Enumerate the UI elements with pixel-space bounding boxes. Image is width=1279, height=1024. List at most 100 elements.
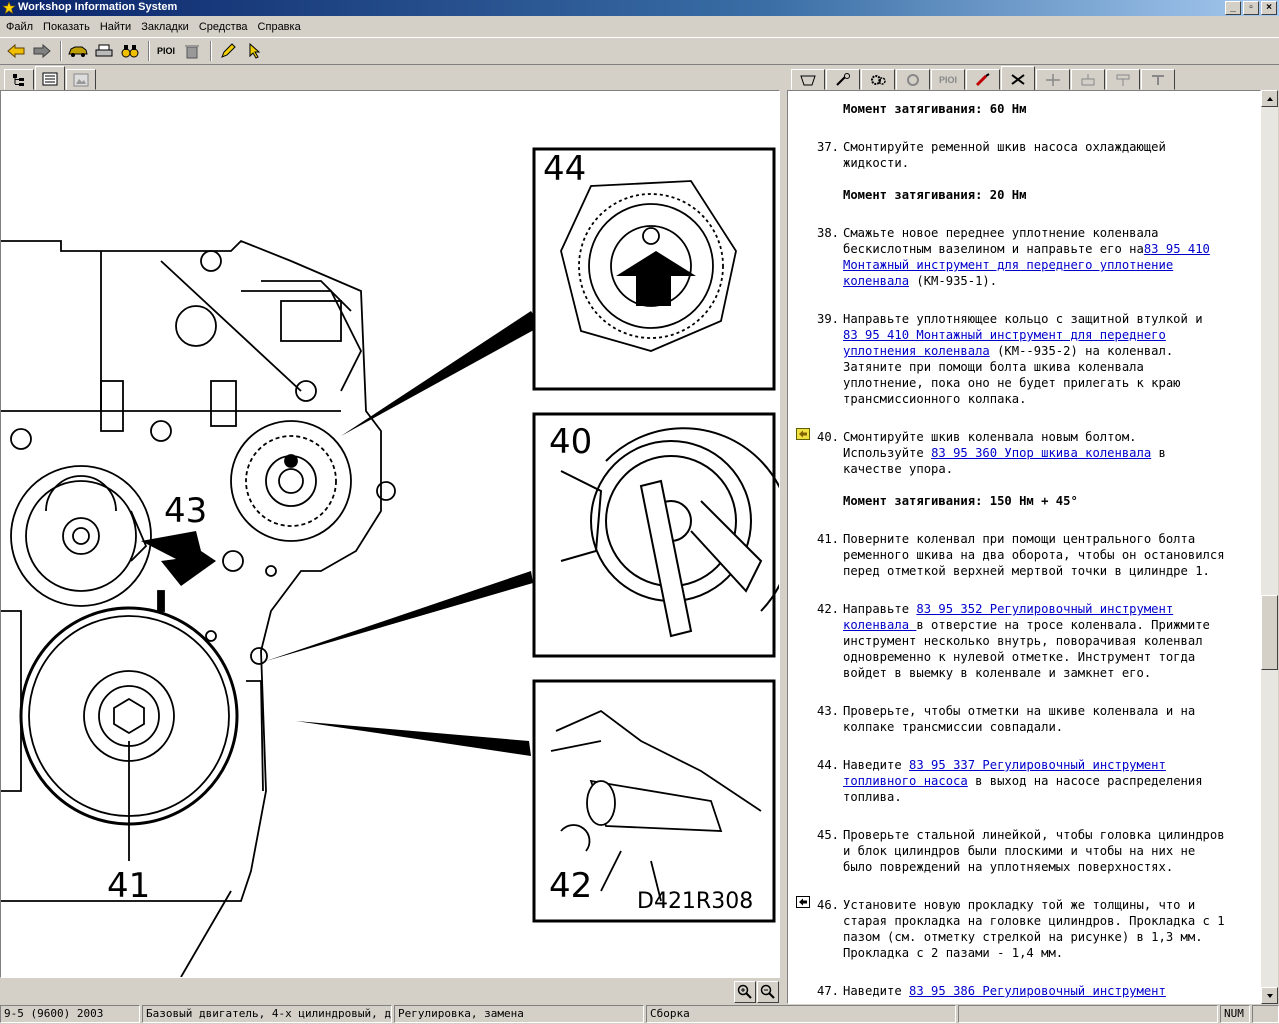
restore-button[interactable]: ▫	[1243, 1, 1259, 15]
torque-spec: Момент затягивания: 20 Нм	[843, 188, 1027, 202]
zoom-out-icon	[760, 984, 775, 999]
zoom-out-button[interactable]	[757, 981, 779, 1003]
menu-tools[interactable]: Средства	[195, 21, 254, 33]
scroll-thumb[interactable]	[1261, 595, 1278, 670]
tool-link-83-95-360[interactable]: 83 95 360 Упор шкива коленвала	[931, 446, 1151, 460]
torque-spec: Момент затягивания: 60 Нм	[843, 102, 1027, 116]
window-title: Workshop Information System	[18, 1, 178, 13]
tab-tools[interactable]	[1001, 66, 1035, 90]
step-text: Смажьте новое переднее уплотнение коленв…	[843, 225, 1243, 289]
vehicle-button[interactable]	[66, 40, 90, 62]
status-bar: 9-5 (9600) 2003 Базовый двигатель, 4-х ц…	[0, 1005, 1279, 1024]
menu-file[interactable]: Файл	[2, 21, 39, 33]
pio-label: PIOI	[156, 46, 175, 56]
instructions-pane: Момент затягивания: 60 Нм 37. Смонтируйт…	[787, 90, 1261, 1004]
zoom-bar	[0, 978, 780, 1004]
forward-button[interactable]	[30, 40, 54, 62]
lift-icon	[1081, 73, 1095, 85]
status-vehicle: 9-5 (9600) 2003	[0, 1005, 140, 1023]
pencil-icon	[221, 43, 236, 58]
scroll-up-button[interactable]	[1261, 90, 1278, 107]
tab-spec[interactable]	[1106, 69, 1140, 90]
back-button[interactable]	[4, 40, 28, 62]
status-extra	[1252, 1005, 1279, 1023]
spec-icon	[1116, 74, 1130, 86]
step-text: Смонтируйте шкив коленвала новым болтом.…	[843, 429, 1243, 477]
annotate-button[interactable]	[216, 40, 240, 62]
step-number: 45.	[817, 828, 840, 842]
menu-view[interactable]: Показать	[39, 21, 96, 33]
find-button[interactable]	[118, 40, 142, 62]
select-button[interactable]	[242, 40, 266, 62]
step-text-pre: Наведите	[843, 984, 910, 998]
figure-code: D421R308	[637, 889, 754, 914]
step-number: 47.	[817, 984, 840, 998]
engine-mount-icon	[800, 75, 816, 85]
step-number: 40.	[817, 430, 840, 444]
tree-icon	[13, 73, 24, 86]
toolbar-separator	[148, 41, 150, 61]
menu-find[interactable]: Найти	[96, 21, 137, 33]
print-button[interactable]	[92, 40, 116, 62]
right-tab-row: PIOI	[787, 66, 1279, 90]
forward-arrow-icon	[33, 43, 51, 59]
parts-icon	[907, 73, 919, 86]
tab-document[interactable]	[35, 66, 65, 90]
tab-pio[interactable]: PIOI	[931, 69, 965, 90]
tab-image[interactable]	[66, 69, 96, 90]
step-number: 39.	[817, 312, 840, 326]
step-text: Поверните коленвал при помощи центрально…	[843, 532, 1225, 578]
status-subsection: Сборка	[646, 1005, 956, 1023]
toolbar-separator	[60, 41, 62, 61]
trash-icon	[185, 45, 199, 59]
callout-44: 44	[543, 149, 587, 189]
crosshair-icon	[1046, 73, 1060, 86]
window-controls: _ ▫ ×	[1223, 1, 1277, 15]
step-number: 44.	[817, 758, 840, 772]
step-number: 37.	[817, 140, 840, 154]
tab-diagnostics[interactable]	[966, 69, 1000, 90]
callout-41: 41	[107, 866, 151, 906]
scroll-down-button[interactable]	[1261, 987, 1278, 1004]
tab-lift[interactable]	[1071, 69, 1105, 90]
tab-hoist[interactable]	[1141, 69, 1175, 90]
tab-tree[interactable]	[4, 69, 34, 90]
tab-gears[interactable]	[861, 69, 895, 90]
document-icon	[42, 72, 58, 85]
zoom-in-button[interactable]	[734, 981, 756, 1003]
step-text: Проверьте, чтобы отметки на шкиве коленв…	[843, 704, 1196, 734]
illustration-pane[interactable]: 44 40 42 43 41 D421R308	[0, 90, 780, 978]
step-text: Проверьте стальной линейкой, чтобы голов…	[843, 828, 1225, 874]
text-scrollbar[interactable]	[1261, 90, 1278, 1004]
close-button[interactable]: ×	[1261, 1, 1277, 15]
back-arrow-icon	[7, 43, 25, 59]
step-text-post: (КМ-935-1).	[909, 274, 998, 288]
menu-bookmarks[interactable]: Закладки	[137, 21, 195, 33]
step-number: 46.	[817, 898, 840, 912]
tab-wrench[interactable]	[826, 69, 860, 90]
callout-40: 40	[549, 422, 593, 462]
probe-icon	[975, 72, 990, 86]
app-star-icon	[2, 1, 16, 15]
tool-link-83-95-386[interactable]: 83 95 386 Регулировочный инструмент	[909, 984, 1166, 998]
menu-help[interactable]: Справка	[254, 21, 307, 33]
step-text: Смонтируйте ременной шкив насоса охлажда…	[843, 140, 1166, 170]
pane-splitter[interactable]	[780, 90, 787, 1004]
status-empty	[958, 1005, 1218, 1023]
status-section: Базовый двигатель, 4-х цилиндровый, ди	[142, 1005, 392, 1023]
tab-adjust[interactable]	[1036, 69, 1070, 90]
tool-note-icon[interactable]	[796, 428, 810, 440]
delete-button[interactable]	[180, 40, 204, 62]
image-icon	[73, 73, 89, 86]
tab-parts[interactable]	[896, 69, 930, 90]
pio-button[interactable]: PIOI	[154, 40, 178, 62]
menu-bar: Файл Показать Найти Закладки Средства Сп…	[0, 17, 1279, 36]
step-text: Наведите 83 95 337 Регулировочный инстру…	[843, 757, 1243, 805]
down-arrow-icon	[1266, 993, 1273, 998]
step-text-pre: Наведите	[843, 758, 910, 772]
hoist-icon	[1152, 74, 1164, 85]
tab-vehicle[interactable]	[791, 69, 825, 90]
step-number: 43.	[817, 704, 840, 718]
note-back-icon[interactable]	[796, 896, 810, 908]
minimize-button[interactable]: _	[1225, 1, 1241, 15]
